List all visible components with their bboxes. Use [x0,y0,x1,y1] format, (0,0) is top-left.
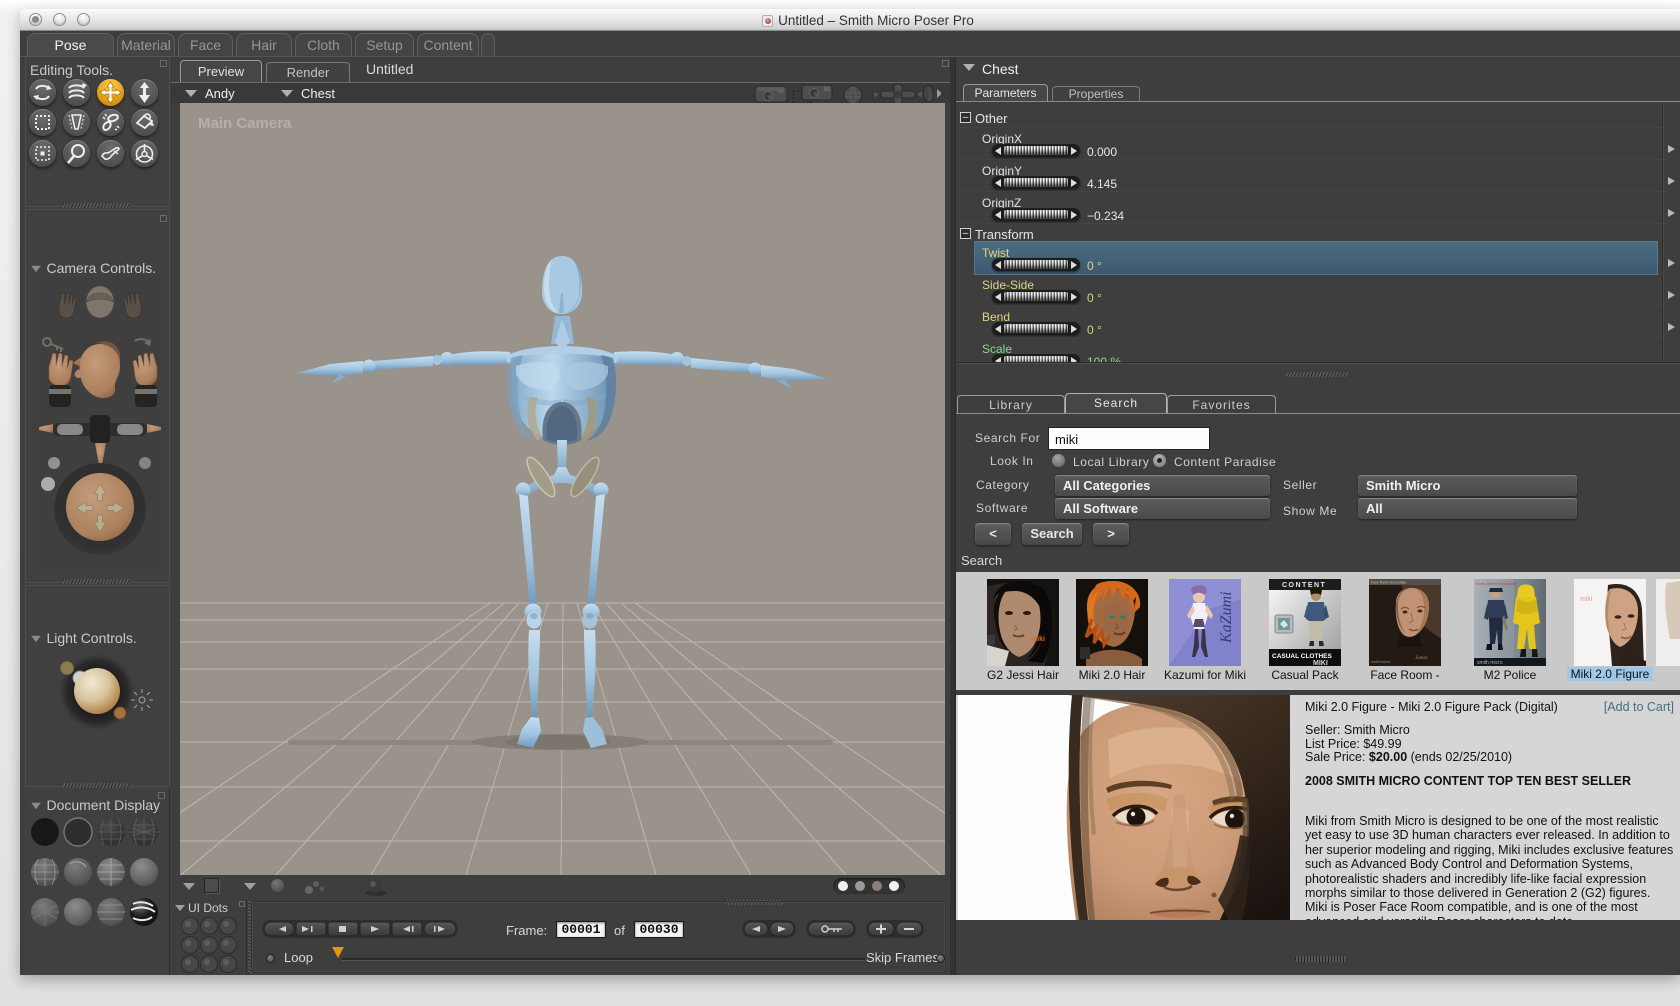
svg-text:smithmicro: smithmicro [1371,659,1391,664]
svg-text:Extra Street Essentials: Extra Street Essentials [1476,581,1516,586]
svg-text:James: James [1415,656,1428,661]
svg-text:smith micro: smith micro [1477,660,1503,666]
svg-text:CASUAL CLOTHES: CASUAL CLOTHES [1272,653,1332,660]
svg-text:MIKI: MIKI [1313,660,1328,666]
svg-text:miki: miki [1580,596,1593,603]
svg-text:miki: miki [1031,636,1045,643]
svg-text:KaZumi: KaZumi [1218,591,1235,644]
svg-text:Face Room Essentials: Face Room Essentials [1371,581,1406,585]
